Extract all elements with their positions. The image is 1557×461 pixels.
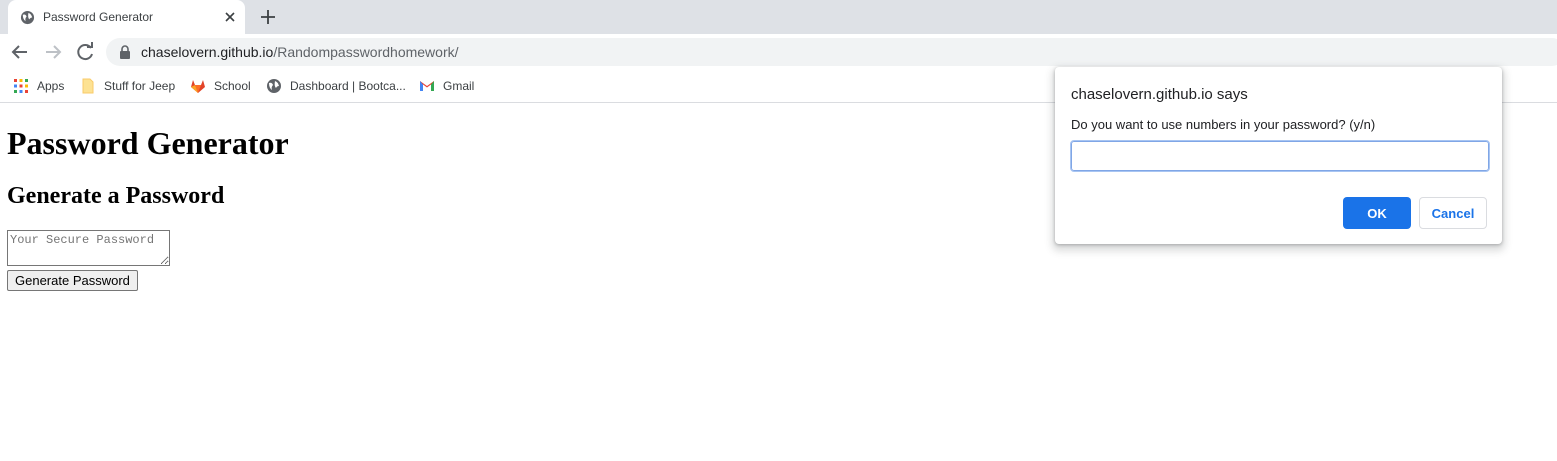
address-bar[interactable]: chaselovern.github.io/Randompasswordhome…	[106, 38, 1557, 66]
bookmark-label: School	[214, 79, 251, 93]
lock-icon[interactable]	[119, 45, 131, 59]
close-icon[interactable]	[223, 10, 237, 24]
url-text[interactable]: chaselovern.github.io/Randompasswordhome…	[141, 44, 459, 60]
prompt-dialog: chaselovern.github.io says Do you want t…	[1055, 67, 1502, 244]
browser-toolbar: chaselovern.github.io/Randompasswordhome…	[0, 34, 1557, 70]
page-subtitle: Generate a Password	[7, 183, 225, 209]
password-output[interactable]	[7, 230, 170, 266]
tab-strip: Password Generator	[0, 0, 1557, 34]
bookmark-label: Apps	[37, 79, 65, 93]
globe-icon	[267, 79, 281, 93]
reload-icon[interactable]	[74, 41, 98, 63]
apps-grid-icon	[14, 79, 28, 93]
ok-button[interactable]: OK	[1343, 197, 1411, 229]
dialog-input[interactable]	[1070, 140, 1490, 172]
bookmark-label: Dashboard | Bootca...	[290, 79, 406, 93]
folder-icon	[82, 78, 94, 94]
gitlab-icon	[191, 80, 205, 93]
bookmark-label: Gmail	[443, 79, 475, 93]
dialog-title: chaselovern.github.io says	[1071, 86, 1248, 103]
tab-title: Password Generator	[43, 10, 154, 24]
gmail-icon	[420, 81, 434, 91]
url-host: chaselovern.github.io	[141, 44, 274, 60]
dialog-message: Do you want to use numbers in your passw…	[1071, 117, 1376, 132]
bookmark-label: Stuff for Jeep	[104, 79, 176, 93]
arrow-right-icon[interactable]	[41, 41, 65, 63]
globe-icon	[20, 10, 35, 25]
page-title: Password Generator	[7, 125, 289, 161]
cancel-button[interactable]: Cancel	[1419, 197, 1487, 229]
generate-password-button[interactable]: Generate Password	[7, 270, 138, 291]
arrow-left-icon[interactable]	[8, 41, 32, 63]
tab-password-generator[interactable]: Password Generator	[8, 0, 245, 34]
browser-window: Password Generator chaselovern.github.io…	[0, 0, 1557, 461]
plus-icon[interactable]	[259, 8, 277, 26]
url-path: /Randompasswordhomework/	[273, 44, 459, 60]
